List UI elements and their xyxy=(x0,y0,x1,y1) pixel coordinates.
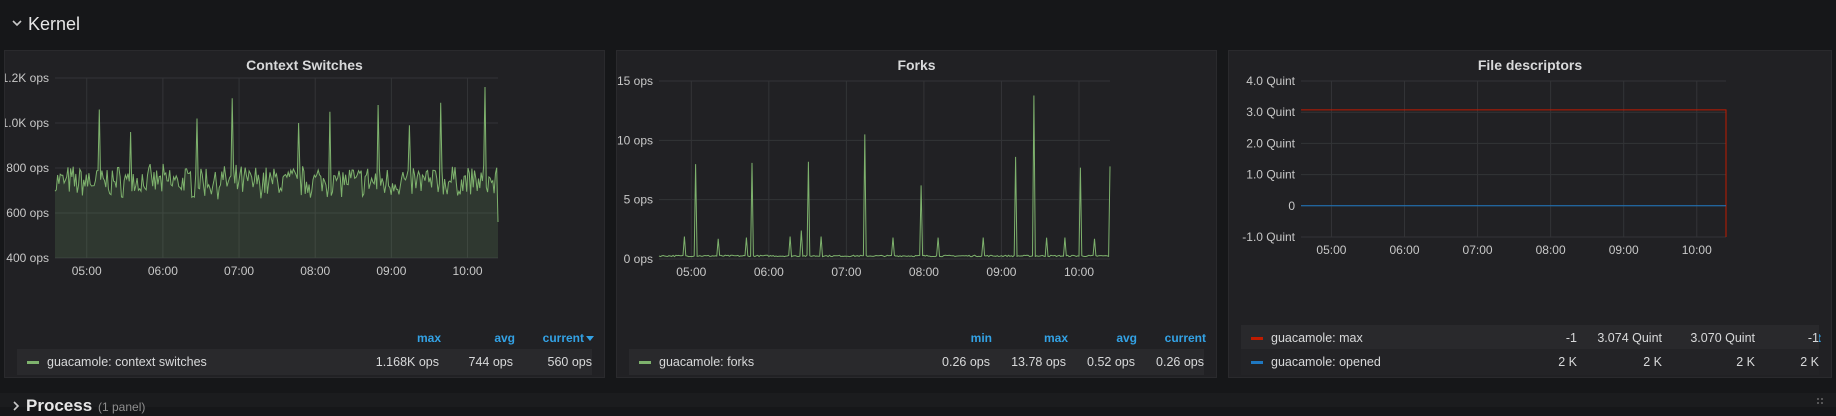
series-min: 0.26 ops xyxy=(942,355,990,369)
series-avg: 0.52 ops xyxy=(1087,355,1135,369)
panel-file-descriptors: File descriptors -1.0 Quint 0 1.0 Quint 2.0… xyxy=(1228,50,1832,378)
x-tick-label: 05:00 xyxy=(72,264,102,278)
row-panel-count: (1 panel) xyxy=(98,400,146,414)
x-tick-label: 07:00 xyxy=(224,264,254,278)
chevron-right-icon[interactable] xyxy=(10,400,22,412)
series-max: 3.074 Quint xyxy=(1597,331,1662,345)
series-avg: 744 ops xyxy=(468,355,513,369)
series-color-swatch[interactable] xyxy=(639,361,651,364)
x-tick-label: 06:00 xyxy=(754,265,784,279)
series-name[interactable]: guacamole: opened xyxy=(1271,355,1381,369)
series-avg: 3.070 Quint xyxy=(1690,331,1755,345)
sort-desc-icon xyxy=(586,335,594,341)
y-tick-label: 10 ops xyxy=(617,133,653,147)
legend-header-avg[interactable]: avg xyxy=(1116,331,1137,345)
x-tick-label: 08:00 xyxy=(1536,243,1566,257)
y-tick-label: 2.0 Quint xyxy=(1246,136,1295,150)
series-name[interactable]: guacamole: forks xyxy=(659,355,754,369)
x-tick-label: 08:00 xyxy=(300,264,330,278)
series-current: 0.26 ops xyxy=(1156,355,1204,369)
x-tick-label: 07:00 xyxy=(1463,243,1493,257)
series-name[interactable]: guacamole: max xyxy=(1271,331,1363,345)
series-current: 2 K xyxy=(1800,355,1819,369)
y-tick-label: 4.0 Quint xyxy=(1246,74,1295,88)
x-tick-label: 06:00 xyxy=(148,264,178,278)
series-name[interactable]: guacamole: context switches xyxy=(47,355,207,369)
x-tick-label: 06:00 xyxy=(1389,243,1419,257)
y-tick-label: 800 ops xyxy=(6,161,49,175)
legend-row[interactable]: guacamole: opened 2 K 2 K 2 K 2 K xyxy=(1241,349,1819,375)
legend-header-current[interactable]: current xyxy=(543,331,594,345)
x-tick-label: 09:00 xyxy=(376,264,406,278)
legend-row[interactable]: guacamole: max -1 3.074 Quint 3.070 Quin… xyxy=(1241,325,1819,351)
series-max: 2 K xyxy=(1643,355,1662,369)
x-tick-label: 10:00 xyxy=(1064,265,1094,279)
legend-header: max avg current xyxy=(5,331,606,347)
series-avg: 2 K xyxy=(1736,355,1755,369)
legend-row[interactable]: guacamole: context switches 1.168K ops 7… xyxy=(17,349,592,375)
series-area xyxy=(55,87,498,258)
row-header-process[interactable] xyxy=(0,393,1836,407)
series-max: 13.78 ops xyxy=(1011,355,1066,369)
row-title-process[interactable]: Process xyxy=(26,396,92,416)
x-tick-label: 05:00 xyxy=(676,265,706,279)
x-tick-label: 05:00 xyxy=(1316,243,1346,257)
legend-row[interactable]: guacamole: forks 0.26 ops 13.78 ops 0.52… xyxy=(629,349,1204,375)
y-tick-label: 400 ops xyxy=(6,251,49,265)
legend-header-max[interactable]: max xyxy=(417,331,441,345)
series-line xyxy=(1301,109,1727,237)
series-min: 2 K xyxy=(1558,355,1577,369)
series-color-swatch[interactable] xyxy=(1251,361,1263,364)
y-tick-label: 600 ops xyxy=(6,206,49,220)
legend-header-avg[interactable]: avg xyxy=(494,331,515,345)
x-tick-label: 08:00 xyxy=(909,265,939,279)
series-min: -1 xyxy=(1565,331,1577,345)
series-current: 560 ops xyxy=(547,355,592,369)
forks-chart[interactable]: 0 ops 5 ops 10 ops 15 ops 05:00 06:00 07:00 08:… xyxy=(617,51,1218,327)
y-tick-label: 0 xyxy=(1288,199,1295,213)
row-title-kernel[interactable]: Kernel xyxy=(28,14,80,35)
y-tick-label: 5 ops xyxy=(624,193,653,207)
legend-header: min max avg current xyxy=(617,331,1218,347)
x-tick-label: 10:00 xyxy=(1682,243,1712,257)
y-tick-label: 15 ops xyxy=(617,74,653,88)
x-tick-label: 09:00 xyxy=(986,265,1016,279)
series-color-swatch[interactable] xyxy=(27,361,39,364)
series-current: -1 xyxy=(1807,331,1819,345)
x-tick-label: 07:00 xyxy=(831,265,861,279)
y-tick-label: -1.0 Quint xyxy=(1242,230,1295,244)
y-tick-label: 0 ops xyxy=(624,252,653,266)
legend-header-current[interactable]: current xyxy=(1165,331,1206,345)
context-switches-chart[interactable]: 400 ops 600 ops 800 ops 1.0K ops 1.2K ops 05:… xyxy=(5,51,606,327)
y-tick-label: 1.0K ops xyxy=(5,116,49,130)
series-line xyxy=(658,95,1111,258)
y-tick-label: 1.2K ops xyxy=(5,71,49,85)
x-tick-label: 10:00 xyxy=(453,264,483,278)
panel-context-switches: Context Switches 400 ops 600 ops 800 ops 1.… xyxy=(4,50,605,378)
x-tick-label: 09:00 xyxy=(1609,243,1639,257)
y-tick-label: 1.0 Quint xyxy=(1246,168,1295,182)
legend-header-current-label[interactable]: current xyxy=(543,331,584,345)
panel-forks: Forks 0 ops 5 ops 10 ops 15 ops 05:00 06:00 07… xyxy=(616,50,1217,378)
series-max: 1.168K ops xyxy=(375,355,439,369)
row-header-kernel[interactable]: Kernel xyxy=(0,0,1836,48)
series-color-swatch[interactable] xyxy=(1251,337,1263,340)
legend-header-min[interactable]: min xyxy=(971,331,992,345)
drag-handle-icon[interactable] xyxy=(1816,397,1826,407)
file-descriptors-chart[interactable]: -1.0 Quint 0 1.0 Quint 2.0 Quint 3.0 Quint 4.… xyxy=(1229,51,1833,327)
legend-header-max[interactable]: max xyxy=(1044,331,1068,345)
y-tick-label: 3.0 Quint xyxy=(1246,105,1295,119)
chevron-down-icon[interactable] xyxy=(10,16,24,30)
